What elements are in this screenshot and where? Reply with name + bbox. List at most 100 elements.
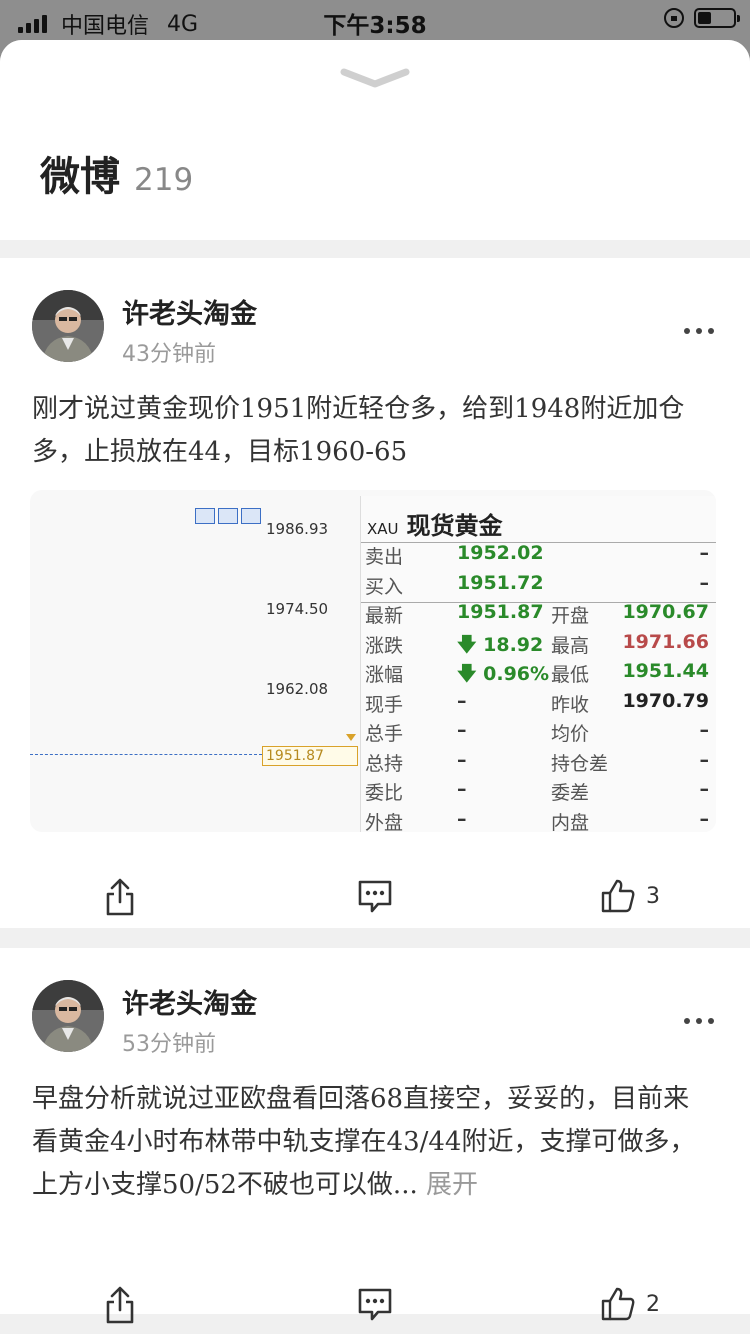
quote-label: 外盘 bbox=[365, 811, 404, 833]
price-marker-arrow bbox=[346, 734, 356, 741]
quote-value: 🡇 18.92 bbox=[457, 633, 544, 656]
chevron-down-icon[interactable] bbox=[340, 66, 410, 90]
price-line bbox=[30, 754, 262, 755]
like-button[interactable]: 3 bbox=[600, 878, 660, 914]
share-button[interactable] bbox=[104, 878, 136, 916]
rotation-lock-icon bbox=[664, 8, 684, 28]
quote-row: 买入 1951.72 – bbox=[361, 572, 716, 602]
quote-row: 现手 – 昨收 1970.79 bbox=[361, 690, 716, 720]
battery-icon bbox=[694, 8, 740, 28]
axis-label: 1962.08 bbox=[266, 680, 329, 698]
thumbs-up-icon bbox=[601, 1287, 635, 1321]
quote-value: 1951.44 bbox=[622, 660, 709, 682]
quote-table: XAU 现货黄金 卖出 1952.02 – 买入 1951.72 – 最新 1951.87 开盘 1… bbox=[360, 496, 716, 832]
quote-value: 1971.66 bbox=[622, 630, 709, 653]
post-count: 219 bbox=[134, 162, 194, 198]
comment-icon bbox=[358, 880, 392, 913]
quote-value: – bbox=[699, 571, 710, 594]
quote-row: 外盘 – 内盘 – bbox=[361, 808, 716, 833]
sheet-header: 微博 219 bbox=[0, 40, 750, 240]
share-icon bbox=[106, 878, 134, 916]
axis-label: 1974.50 bbox=[266, 600, 329, 618]
quote-value: 1951.87 bbox=[457, 601, 544, 623]
quote-symbol: XAU bbox=[367, 520, 399, 538]
quote-label: 最新 bbox=[365, 605, 404, 627]
post-time: 53分钟前 bbox=[122, 1032, 216, 1057]
quote-name: 现货黄金 bbox=[406, 512, 503, 540]
quote-value: 🡇 0.96% bbox=[457, 663, 550, 685]
quote-label: 均价 bbox=[551, 723, 590, 745]
share-icon bbox=[106, 1286, 134, 1324]
quote-label: 委比 bbox=[365, 782, 404, 804]
quote-row: 委比 – 委差 – bbox=[361, 778, 716, 808]
quote-value: – bbox=[699, 542, 710, 564]
quote-row: 涨幅 🡇 0.96% 最低 1951.44 bbox=[361, 660, 716, 690]
like-button[interactable]: 2 bbox=[600, 1286, 660, 1322]
price-marker: 1951.87 bbox=[262, 746, 358, 766]
quote-label: 买入 bbox=[365, 575, 404, 598]
post-text: 早盘分析就说过亚欧盘看回落68直接空，妥妥的，目前来看黄金4小时布林带中轨支撑在… bbox=[32, 1078, 714, 1207]
quote-value: – bbox=[457, 778, 467, 800]
quote-label: 涨幅 bbox=[365, 664, 404, 686]
clock: 下午3:58 bbox=[323, 13, 427, 39]
post-image[interactable]: 1986.93 1974.50 1962.08 1951.87 XAU 现货黄金 … bbox=[30, 490, 716, 832]
quote-label: 持仓差 bbox=[551, 752, 609, 775]
quote-label: 最高 bbox=[551, 634, 590, 657]
quote-label: 昨收 bbox=[551, 693, 590, 716]
quote-value: – bbox=[699, 748, 710, 771]
post-actions: 2 bbox=[0, 1286, 750, 1334]
quote-label: 总持 bbox=[365, 752, 404, 775]
post-text-body: 早盘分析就说过亚欧盘看回落68直接空，妥妥的，目前来看黄金4小时布林带中轨支撑在… bbox=[32, 1084, 696, 1200]
post-card[interactable]: 许老头淘金 43分钟前 刚才说过黄金现价1951附近轻仓多，给到1948附近加仓… bbox=[0, 258, 750, 928]
expand-link[interactable]: 展开 bbox=[426, 1170, 478, 1200]
status-bar: 中国电信 4G 下午3:58 bbox=[0, 0, 750, 40]
quote-label: 开盘 bbox=[551, 605, 590, 627]
quote-value: – bbox=[699, 719, 710, 741]
author-name[interactable]: 许老头淘金 bbox=[122, 292, 257, 331]
comment-icon bbox=[358, 1288, 392, 1321]
quote-label: 内盘 bbox=[551, 811, 590, 833]
like-count: 3 bbox=[646, 883, 660, 909]
quote-value: 1970.79 bbox=[622, 689, 709, 712]
axis-label: 1986.93 bbox=[266, 520, 329, 538]
quote-value: – bbox=[457, 807, 467, 830]
quote-label: 现手 bbox=[365, 693, 404, 716]
quote-value: – bbox=[457, 748, 467, 771]
chart-toolbar bbox=[195, 508, 261, 524]
quote-title: XAU 现货黄金 bbox=[367, 506, 503, 541]
post-card[interactable]: 许老头淘金 53分钟前 早盘分析就说过亚欧盘看回落68直接空，妥妥的，目前来看黄… bbox=[0, 948, 750, 1324]
quote-label: 卖出 bbox=[365, 546, 404, 568]
quote-row: 涨跌 🡇 18.92 最高 1971.66 bbox=[361, 631, 716, 661]
bottom-sheet: 微博 219 许老头淘金 43分钟前 刚才说过黄金现价1951附近轻仓多，给到1… bbox=[0, 40, 750, 1334]
post-text: 刚才说过黄金现价1951附近轻仓多，给到1948附近加仓多，止损放在44，目标1… bbox=[32, 394, 685, 467]
like-count: 2 bbox=[646, 1291, 660, 1317]
post-actions: 3 bbox=[0, 878, 750, 938]
quote-label: 委差 bbox=[551, 782, 590, 804]
quote-value: – bbox=[699, 807, 710, 830]
quote-value: 1952.02 bbox=[457, 542, 544, 564]
quote-value: – bbox=[457, 719, 467, 741]
avatar[interactable] bbox=[32, 290, 104, 362]
quote-label: 涨跌 bbox=[365, 634, 404, 657]
share-button[interactable] bbox=[104, 1286, 136, 1324]
avatar[interactable] bbox=[32, 980, 104, 1052]
quote-value: – bbox=[699, 778, 710, 800]
quote-row: 卖出 1952.02 – bbox=[361, 542, 716, 572]
author-name[interactable]: 许老头淘金 bbox=[122, 982, 257, 1021]
quote-row: 总持 – 持仓差 – bbox=[361, 749, 716, 779]
quote-value: 1951.72 bbox=[457, 571, 544, 594]
quote-label: 总手 bbox=[365, 723, 404, 745]
quote-value: 1970.67 bbox=[622, 601, 709, 623]
quote-row: 最新 1951.87 开盘 1970.67 bbox=[361, 601, 716, 631]
more-icon[interactable] bbox=[684, 328, 714, 334]
page-title: 微博 bbox=[40, 154, 120, 200]
status-right bbox=[664, 8, 740, 28]
comment-button[interactable] bbox=[356, 1286, 394, 1322]
comment-button[interactable] bbox=[356, 878, 394, 914]
title-row: 微博 219 bbox=[40, 144, 193, 202]
quote-label: 最低 bbox=[551, 664, 590, 686]
thumbs-up-icon bbox=[601, 879, 635, 913]
quote-value: – bbox=[457, 689, 467, 712]
more-icon[interactable] bbox=[684, 1018, 714, 1024]
quote-row: 总手 – 均价 – bbox=[361, 719, 716, 749]
